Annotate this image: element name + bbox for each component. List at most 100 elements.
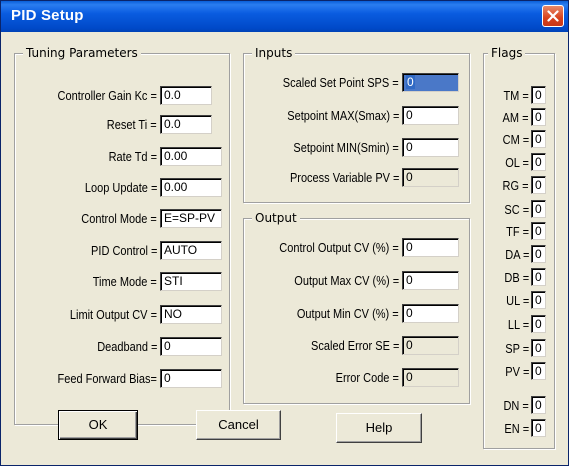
flag-row-cm: CM = 0 (481, 130, 561, 150)
time-mode-label: Time Mode = (92, 275, 157, 289)
flag-field-dn: 0 (531, 396, 546, 414)
loop-update-label: Loop Update = (84, 181, 157, 195)
output-label: Output (252, 211, 300, 225)
tuning-row-loop-update: Loop Update = 0.00 (1, 178, 231, 198)
pv-label: Process Variable PV = (289, 171, 399, 185)
deadband-label: Deadband = (96, 340, 157, 354)
feed-forward-label: Feed Forward Bias= (57, 372, 157, 386)
inputs-label: Inputs (252, 46, 296, 60)
sps-label: Scaled Set Point SPS = (283, 76, 399, 90)
flag-label-tm: TM = (503, 89, 529, 103)
flag-field-en: 0 (531, 419, 546, 437)
tuning-row-limit-output: Limit Output CV = NO (1, 305, 231, 325)
smax-label: Setpoint MAX(Smax) = (286, 109, 399, 123)
flag-label-da: DA = (504, 248, 529, 262)
error-code-field: 0 (402, 368, 459, 387)
reset-ti-field[interactable]: 0.0 (160, 115, 212, 134)
flag-field-cm: 0 (531, 130, 546, 148)
smin-label: Setpoint MIN(Smin) = (293, 141, 399, 155)
flag-field-tm: 0 (531, 86, 546, 104)
input-row-smin: Setpoint MIN(Smin) = 0 (231, 138, 471, 158)
close-icon (547, 10, 559, 22)
flag-field-da: 0 (531, 245, 546, 263)
limit-output-field[interactable]: NO (160, 305, 222, 324)
output-min-field[interactable]: 0 (402, 304, 459, 323)
output-row-cv: Control Output CV (%) = 0 (231, 238, 471, 258)
time-mode-field[interactable]: STI (160, 272, 222, 291)
cv-label: Control Output CV (%) = (279, 241, 399, 255)
close-button[interactable] (542, 5, 564, 27)
deadband-field[interactable]: 0 (160, 337, 222, 356)
flag-row-dn: DN = 0 (481, 396, 561, 416)
output-min-label: Output Min CV (%) = (297, 307, 399, 321)
output-row-max: Output Max CV (%) = 0 (231, 271, 471, 291)
flag-field-tf: 0 (531, 222, 546, 240)
flag-label-ll: LL = (507, 318, 529, 332)
flags-label: Flags (488, 46, 526, 60)
loop-update-field[interactable]: 0.00 (160, 178, 222, 197)
pv-field: 0 (402, 168, 459, 187)
output-row-min: Output Min CV (%) = 0 (231, 304, 471, 324)
flag-field-ul: 0 (531, 291, 546, 309)
cancel-button[interactable]: Cancel (196, 410, 281, 440)
controller-gain-field[interactable]: 0.0 (160, 86, 212, 105)
limit-output-label: Limit Output CV = (69, 308, 157, 322)
rate-td-field[interactable]: 0.00 (160, 147, 222, 166)
title-bar[interactable]: PID Setup (1, 1, 568, 32)
flag-row-pv: PV = 0 (481, 362, 561, 382)
tuning-parameters-label: Tuning Parameters (23, 46, 141, 60)
input-row-pv: Process Variable PV = 0 (231, 168, 471, 188)
flag-label-ul: UL = (505, 294, 529, 308)
output-max-field[interactable]: 0 (402, 271, 459, 290)
flag-field-db: 0 (531, 268, 546, 286)
se-label: Scaled Error SE = (310, 339, 399, 353)
flag-field-sp: 0 (531, 339, 546, 357)
flag-label-am: AM = (503, 111, 529, 125)
rate-td-label: Rate Td = (108, 150, 157, 164)
sps-field[interactable]: 0 (402, 73, 459, 92)
tuning-row-pid-control: PID Control = AUTO (1, 241, 231, 261)
flag-label-cm: CM = (502, 133, 529, 147)
sps-value: 0 (406, 75, 415, 89)
flag-row-da: DA = 0 (481, 245, 561, 265)
flag-row-db: DB = 0 (481, 268, 561, 288)
pid-control-label: PID Control = (90, 244, 157, 258)
flag-row-ul: UL = 0 (481, 291, 561, 311)
output-max-label: Output Max CV (%) = (294, 274, 399, 288)
tuning-row-time-mode: Time Mode = STI (1, 272, 231, 292)
flag-row-rg: RG = 0 (481, 176, 561, 196)
flag-field-pv: 0 (531, 362, 546, 380)
flag-label-rg: RG = (503, 179, 529, 193)
smin-field[interactable]: 0 (402, 138, 459, 157)
error-code-label: Error Code = (335, 371, 399, 385)
window-title: PID Setup (11, 7, 84, 24)
control-mode-field[interactable]: E=SP-PV (160, 209, 222, 228)
pid-setup-dialog: PID Setup Tuning Parameters Controller G… (0, 0, 569, 466)
control-mode-label: Control Mode = (81, 212, 157, 226)
tuning-row-rate-td: Rate Td = 0.00 (1, 147, 231, 167)
help-button[interactable]: Help (336, 413, 422, 443)
flag-row-sc: SC = 0 (481, 200, 561, 220)
ok-button[interactable]: OK (58, 410, 138, 440)
smax-field[interactable]: 0 (402, 106, 459, 125)
flag-row-ol: OL = 0 (481, 153, 561, 173)
pid-control-field[interactable]: AUTO (160, 241, 222, 260)
flag-label-db: DB = (504, 271, 529, 285)
feed-forward-field[interactable]: 0 (160, 369, 222, 388)
input-row-smax: Setpoint MAX(Smax) = 0 (231, 106, 471, 126)
output-row-error-code: Error Code = 0 (231, 368, 471, 388)
se-field: 0 (402, 336, 459, 355)
flag-field-sc: 0 (531, 200, 546, 218)
cv-field[interactable]: 0 (402, 238, 459, 257)
flag-label-tf: TF = (506, 225, 529, 239)
flag-row-tf: TF = 0 (481, 222, 561, 242)
flag-row-tm: TM = 0 (481, 86, 561, 106)
input-row-sps: Scaled Set Point SPS = 0 (231, 73, 471, 93)
flag-label-dn: DN = (503, 399, 529, 413)
flag-field-rg: 0 (531, 176, 546, 194)
flag-row-am: AM = 0 (481, 108, 561, 128)
controller-gain-label: Controller Gain Kc = (57, 89, 157, 103)
reset-ti-label: Reset Ti = (107, 118, 157, 132)
flag-label-ol: OL = (505, 156, 529, 170)
flag-label-pv: PV = (504, 365, 529, 379)
